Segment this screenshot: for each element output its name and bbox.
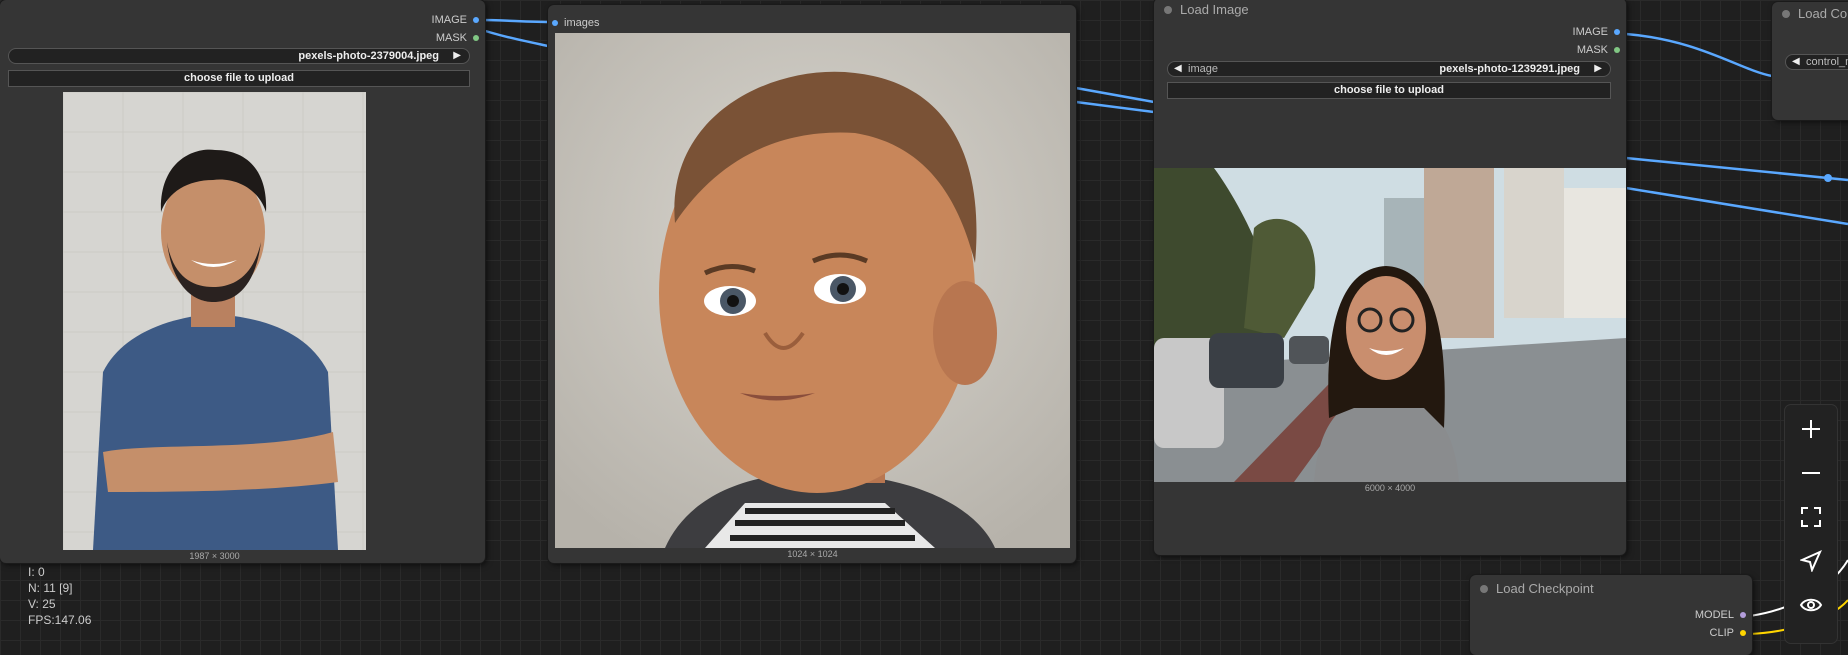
fit-view-icon[interactable] <box>1785 495 1837 539</box>
load-controlnet-node[interactable]: Load Co ◀ control_n <box>1772 2 1848 120</box>
clip-output-pin[interactable] <box>1740 630 1746 636</box>
image-dimensions: 1987 × 3000 <box>189 551 240 561</box>
image-output[interactable]: IMAGE <box>432 14 479 26</box>
mask-output[interactable]: MASK <box>1577 44 1620 56</box>
node-title[interactable]: Load Co <box>1782 6 1847 21</box>
node-title[interactable]: Load Checkpoint <box>1480 581 1594 596</box>
street-photo-illustration <box>1154 168 1626 482</box>
child-photo-illustration <box>555 33 1070 548</box>
image-file-select[interactable]: ◀ image pexels-photo-1239291.jpeg ▶ <box>1167 61 1611 77</box>
visibility-icon[interactable] <box>1785 583 1837 627</box>
image-preview-woman <box>1154 168 1626 482</box>
load-checkpoint-node[interactable]: Load Checkpoint MODEL CLIP <box>1470 575 1752 655</box>
clip-output[interactable]: CLIP <box>1710 627 1746 639</box>
node-status-dot <box>1480 584 1488 593</box>
controlnet-select[interactable]: ◀ control_n <box>1785 54 1848 70</box>
stat-fps: FPS:147.06 <box>28 613 92 627</box>
image-dimensions: 1024 × 1024 <box>787 549 838 559</box>
stat-v: V: 25 <box>28 597 56 611</box>
next-arrow-icon[interactable]: ▶ <box>1594 63 1602 74</box>
navigate-icon[interactable] <box>1785 539 1837 583</box>
mask-output-pin[interactable] <box>473 35 479 41</box>
canvas-toolbar <box>1785 405 1837 643</box>
image-output-pin[interactable] <box>1614 29 1620 35</box>
node-status-dot <box>1164 5 1172 14</box>
zoom-in-icon[interactable] <box>1785 407 1837 451</box>
stat-i: I: 0 <box>28 565 45 579</box>
node-title[interactable]: Load Image <box>1164 2 1249 17</box>
image-preview-child <box>555 33 1070 548</box>
upload-button[interactable]: choose file to upload <box>8 70 470 87</box>
image-preview-man <box>63 92 366 550</box>
upload-button[interactable]: choose file to upload <box>1167 82 1611 99</box>
model-output[interactable]: MODEL <box>1695 609 1746 621</box>
man-photo-illustration <box>63 92 366 550</box>
image-dimensions: 6000 × 4000 <box>1364 483 1416 493</box>
prev-arrow-icon[interactable]: ◀ <box>1792 56 1800 67</box>
mask-output-pin[interactable] <box>1614 47 1620 53</box>
next-arrow-icon[interactable]: ▶ <box>453 50 461 61</box>
image-file-select[interactable]: pexels-photo-2379004.jpeg ▶ <box>8 48 470 64</box>
load-image-node-left[interactable]: IMAGE MASK pexels-photo-2379004.jpeg ▶ c… <box>0 0 485 563</box>
load-image-node-right[interactable]: Load Image IMAGE MASK ◀ image pexels-pho… <box>1154 0 1626 555</box>
preview-image-node[interactable]: images 1024 × 1024 <box>548 5 1076 563</box>
images-input[interactable]: images <box>552 17 599 29</box>
mask-output[interactable]: MASK <box>436 32 479 44</box>
prev-arrow-icon[interactable]: ◀ <box>1174 63 1182 74</box>
zoom-out-icon[interactable] <box>1785 451 1837 495</box>
node-status-dot <box>1782 9 1790 18</box>
stat-n: N: 11 [9] <box>28 581 73 595</box>
model-output-pin[interactable] <box>1740 612 1746 618</box>
images-input-pin[interactable] <box>552 20 558 26</box>
canvas-stats: I: 0 N: 11 [9] V: 25 FPS:147.06 <box>28 564 91 628</box>
image-output-pin[interactable] <box>473 17 479 23</box>
image-output[interactable]: IMAGE <box>1573 26 1620 38</box>
